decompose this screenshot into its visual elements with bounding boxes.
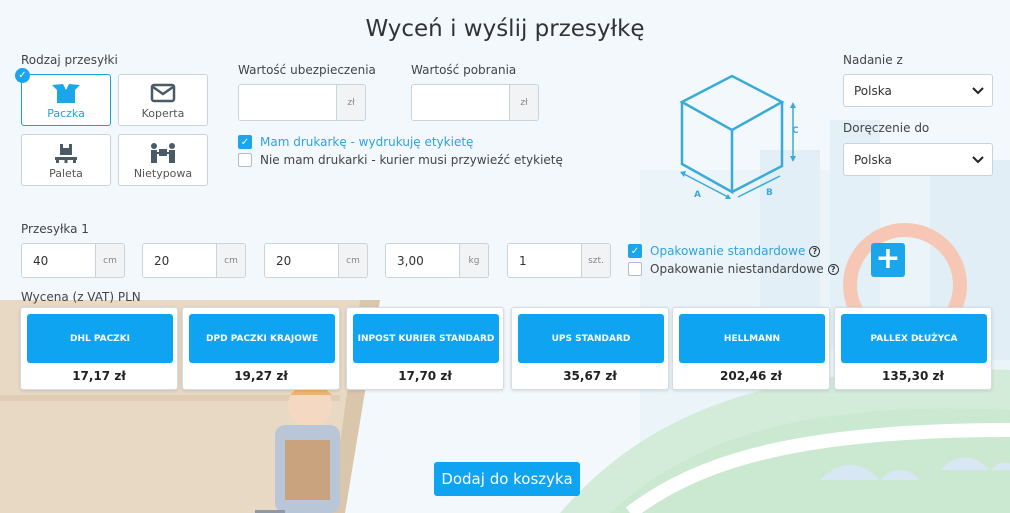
carrier-button-dpd[interactable]: DPD PACZKI KRAJOWE xyxy=(189,314,335,363)
nonstandard-packaging-checkbox[interactable] xyxy=(628,262,642,276)
cod-input[interactable] xyxy=(412,85,509,120)
cod-unit: zł xyxy=(509,85,538,120)
origin-select-value: Polska xyxy=(854,83,892,98)
pallet-icon xyxy=(55,144,77,163)
height-input[interactable] xyxy=(265,244,338,277)
box-open-icon xyxy=(52,84,80,103)
cod-value-label: Wartość pobrania xyxy=(411,63,517,77)
shipment-type-label-envelope: Koperta xyxy=(141,107,185,120)
page-title: Wyceń i wyślij przesyłkę xyxy=(365,16,645,42)
have-printer-checkbox[interactable]: ✓ xyxy=(238,135,252,149)
carrier-button-hellmann[interactable]: HELLMANN xyxy=(679,314,825,363)
shipment-type-label: Rodzaj przesyłki xyxy=(21,53,118,67)
length-input[interactable] xyxy=(22,244,95,277)
height-input-group: cm xyxy=(264,243,368,278)
weight-input-group: kg xyxy=(385,243,489,278)
carrier-card-ups: UPS STANDARD 35,67 zł xyxy=(511,307,669,390)
box-dimensions-diagram xyxy=(679,74,796,199)
carrier-price: 35,67 zł xyxy=(563,369,617,383)
carrier-card-pallex: PALLEX DŁUŻYCA 135,30 zł xyxy=(834,307,992,390)
origin-select[interactable]: Polska xyxy=(843,74,993,107)
height-unit: cm xyxy=(338,244,367,277)
carrier-button-pallex[interactable]: PALLEX DŁUŻYCA xyxy=(841,314,987,363)
length-unit: cm xyxy=(95,244,124,277)
destination-select[interactable]: Polska xyxy=(843,143,993,176)
insurance-input[interactable] xyxy=(239,85,336,120)
shipment-type-custom-button[interactable]: Nietypowa xyxy=(118,134,208,186)
weight-input[interactable] xyxy=(386,244,459,277)
nonstandard-packaging-option[interactable]: Opakowanie niestandardowe ? xyxy=(628,262,839,276)
carrier-card-inpost: INPOST KURIER STANDARD 17,70 zł xyxy=(346,307,504,390)
shipment-type-pallet-button[interactable]: Paleta xyxy=(21,134,111,186)
width-input-group: cm xyxy=(142,243,246,278)
quantity-unit: szt. xyxy=(581,244,610,277)
nonstandard-packaging-label: Opakowanie niestandardowe xyxy=(650,262,824,276)
quantity-input-group: szt. xyxy=(507,243,611,278)
parcel-label: Przesyłka 1 xyxy=(21,222,89,236)
shipment-type-label-custom: Nietypowa xyxy=(133,167,193,180)
box-label-a: A xyxy=(694,190,701,200)
chevron-down-icon xyxy=(972,86,984,94)
add-parcel-button[interactable]: + xyxy=(871,243,905,277)
people-carry-icon xyxy=(151,143,175,163)
shipment-type-parcel-button[interactable]: ✓ Paczka xyxy=(15,68,111,126)
box-label-b: B xyxy=(766,188,773,198)
carrier-button-dhl[interactable]: DHL PACZKI xyxy=(27,314,173,363)
shipment-type-label-pallet: Paleta xyxy=(49,167,83,180)
have-printer-option[interactable]: ✓ Mam drukarkę - wydrukuję etykietę xyxy=(238,135,473,149)
carrier-button-inpost[interactable]: INPOST KURIER STANDARD xyxy=(353,314,499,363)
width-input[interactable] xyxy=(143,244,216,277)
carrier-price: 17,70 zł xyxy=(398,369,452,383)
carrier-card-hellmann: HELLMANN 202,46 zł xyxy=(672,307,830,390)
insurance-unit: zł xyxy=(336,85,365,120)
destination-select-value: Polska xyxy=(854,152,892,167)
width-unit: cm xyxy=(216,244,245,277)
carrier-price: 19,27 zł xyxy=(234,369,288,383)
length-input-group: cm xyxy=(21,243,125,278)
have-printer-label: Mam drukarkę - wydrukuję etykietę xyxy=(260,135,474,149)
shipment-type-label-parcel: Paczka xyxy=(47,107,85,120)
standard-packaging-label: Opakowanie standardowe xyxy=(650,244,806,258)
selected-check-icon: ✓ xyxy=(15,68,30,83)
cod-input-group: zł xyxy=(411,84,539,121)
insurance-value-label: Wartość ubezpieczenia xyxy=(238,63,376,77)
standard-packaging-option[interactable]: ✓ Opakowanie standardowe ? xyxy=(628,244,821,258)
carrier-price: 135,30 zł xyxy=(882,369,944,383)
standard-packaging-checkbox[interactable]: ✓ xyxy=(628,244,642,258)
envelope-icon xyxy=(150,83,176,103)
no-printer-option[interactable]: Nie mam drukarki - kurier musi przywieźć… xyxy=(238,153,563,167)
no-printer-checkbox[interactable] xyxy=(238,153,252,167)
pricing-label: Wycena (z VAT) PLN xyxy=(21,290,141,304)
no-printer-label: Nie mam drukarki - kurier musi przywieźć… xyxy=(260,153,563,167)
destination-label: Doręczenie do xyxy=(843,121,930,135)
origin-label: Nadanie z xyxy=(843,53,903,67)
add-to-cart-button[interactable]: Dodaj do koszyka xyxy=(434,462,580,496)
carrier-price: 202,46 zł xyxy=(720,369,782,383)
quantity-input[interactable] xyxy=(508,244,581,277)
carrier-price: 17,17 zł xyxy=(72,369,126,383)
box-label-c: C xyxy=(792,126,799,136)
carrier-button-ups[interactable]: UPS STANDARD xyxy=(518,314,664,363)
help-icon[interactable]: ? xyxy=(809,245,821,257)
insurance-input-group: zł xyxy=(238,84,366,121)
carrier-card-dpd: DPD PACZKI KRAJOWE 19,27 zł xyxy=(182,307,340,390)
chevron-down-icon xyxy=(972,155,984,163)
weight-unit: kg xyxy=(459,244,488,277)
help-icon[interactable]: ? xyxy=(827,263,839,275)
shipment-type-envelope-button[interactable]: Koperta xyxy=(118,74,208,126)
carrier-card-dhl: DHL PACZKI 17,17 zł xyxy=(20,307,178,390)
